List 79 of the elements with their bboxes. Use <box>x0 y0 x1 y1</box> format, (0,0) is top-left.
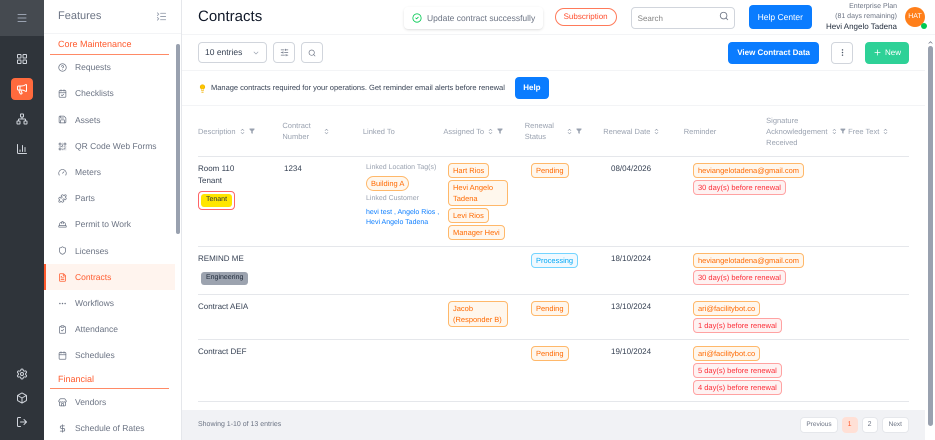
panel-title: Features <box>58 9 102 24</box>
collapse-icon[interactable] <box>156 11 167 22</box>
table-cell: 08/04/2026 <box>611 164 652 173</box>
scroll-up-icon[interactable] <box>926 39 934 46</box>
lightbulb-icon <box>198 84 207 92</box>
filter-icon[interactable] <box>840 128 846 134</box>
gauge-icon <box>58 168 67 177</box>
sort-icon[interactable] <box>882 128 890 134</box>
feature-item[interactable]: Meters <box>44 159 175 186</box>
grid-icon <box>16 53 28 65</box>
feature-item[interactable]: Assets <box>44 106 175 134</box>
dollar-icon <box>58 424 67 434</box>
menu-icon[interactable] <box>16 12 28 24</box>
puzzle-icon <box>58 194 67 204</box>
rail-item[interactable] <box>11 78 33 100</box>
section-heading: Financial <box>50 368 169 390</box>
shield-icon <box>58 246 67 256</box>
sort-icon[interactable] <box>238 128 246 134</box>
qr-code-icon <box>58 142 67 151</box>
settings-icon[interactable] <box>16 368 28 380</box>
entries-dropdown[interactable]: 10 entries <box>198 42 267 63</box>
sort-icon[interactable] <box>653 128 660 134</box>
table-cell: 18/10/2024 <box>611 254 652 263</box>
sort-icon[interactable] <box>487 128 494 134</box>
feature-item[interactable]: Workflows <box>44 290 175 316</box>
more-button[interactable] <box>831 42 853 64</box>
feature-item[interactable]: Parts <box>44 185 175 212</box>
sort-icon[interactable] <box>830 128 838 134</box>
save-icon <box>58 115 67 124</box>
store-icon <box>58 398 67 407</box>
hard-hat-icon <box>58 220 67 230</box>
plus-icon <box>872 48 882 57</box>
feature-item[interactable]: Checklists <box>44 80 175 107</box>
calendar-icon <box>58 351 67 360</box>
feature-item[interactable]: QR Code Web Forms <box>44 133 175 160</box>
help-icon <box>58 63 67 72</box>
filter-icon[interactable] <box>576 128 582 134</box>
subscription-button[interactable]: Subscription <box>554 8 617 26</box>
feature-item[interactable]: Requests <box>44 54 175 81</box>
feature-item[interactable]: Schedule of Rates <box>44 415 175 440</box>
feature-item[interactable]: Attendance <box>44 316 175 343</box>
table-cell-text: Contract DEF <box>198 346 248 358</box>
feature-item[interactable]: Contracts <box>44 264 175 290</box>
page-title: Contracts <box>198 6 262 27</box>
sort-icon[interactable] <box>566 128 573 134</box>
view-contract-data-button[interactable]: View Contract Data <box>728 42 819 64</box>
help-center-button[interactable]: Help Center <box>748 5 812 29</box>
search-icon <box>308 48 316 56</box>
search-icon <box>718 10 729 21</box>
search-field[interactable]: Search <box>630 7 735 30</box>
section-heading: Core Maintenance <box>50 34 169 54</box>
feature-item[interactable]: Vendors <box>44 389 175 416</box>
filter-icon[interactable] <box>497 128 504 134</box>
search-button[interactable] <box>301 42 323 63</box>
feature-item[interactable]: Permit to Work <box>44 212 175 238</box>
feature-item[interactable]: Schedules <box>44 342 175 369</box>
exit-icon[interactable] <box>16 416 28 428</box>
bar-chart-icon <box>16 143 28 155</box>
table-cell: 13/10/2024 <box>611 302 652 310</box>
document-icon <box>58 272 67 282</box>
toast: Update contract successfully <box>404 7 544 29</box>
table-cell: 1234 <box>284 164 302 173</box>
table-cell-text: Contract AEIA <box>198 300 250 312</box>
hierarchy-icon <box>16 113 28 125</box>
check-circle-icon <box>412 13 422 23</box>
megaphone-icon <box>16 83 28 95</box>
feature-item[interactable]: Licenses <box>44 238 175 264</box>
calendar-check-icon <box>58 89 67 98</box>
table-cell-text: REMIND ME <box>198 253 245 265</box>
user-name: Hevi Angelo Tadena <box>826 22 897 32</box>
sort-icon[interactable] <box>323 128 330 134</box>
cube-icon[interactable] <box>16 392 28 404</box>
sliders-icon <box>280 48 288 57</box>
help-button[interactable]: Help <box>514 77 549 99</box>
table-cell-text: Room 110 Tenant <box>198 163 236 187</box>
clipboard-icon <box>58 324 67 334</box>
filter-button[interactable] <box>273 42 295 63</box>
filter-icon[interactable] <box>248 128 255 134</box>
table-cell: 19/10/2024 <box>611 346 652 356</box>
